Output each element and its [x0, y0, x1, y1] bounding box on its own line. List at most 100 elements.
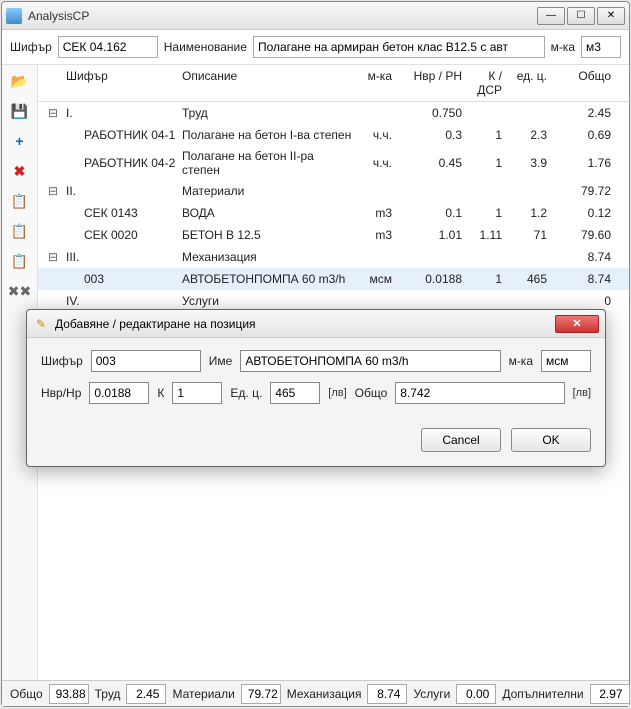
cell-nvr: 0.1 [392, 206, 462, 220]
dlg-nvr-input[interactable] [89, 382, 149, 404]
dialog-close-button[interactable]: ✕ [555, 315, 599, 333]
cell-k: 1 [462, 128, 502, 142]
col-edc[interactable]: ед. ц. [502, 69, 547, 97]
expand-icon[interactable]: ⊟ [44, 250, 62, 264]
table-row[interactable]: РАБОТНИК 04-2Полагане на бетон II-ра сте… [38, 146, 629, 180]
cell-total: 0 [547, 294, 623, 308]
titlebar[interactable]: AnalysisCP — ☐ ✕ [2, 2, 629, 30]
cell-code: СЕК 0143 [62, 206, 182, 220]
cell-code: РАБОТНИК 04-1 [62, 128, 182, 142]
code-label: Шифър [10, 40, 52, 54]
cell-desc: Полагане на бетон I-ва степен [182, 128, 352, 142]
app-icon [6, 8, 22, 24]
dlg-total-input[interactable] [395, 382, 564, 404]
col-desc[interactable]: Описание [182, 69, 352, 97]
minimize-button[interactable]: — [537, 7, 565, 25]
cell-nvr: 0.0188 [392, 272, 462, 286]
unit-input[interactable] [581, 36, 621, 58]
dlg-code-input[interactable] [91, 350, 201, 372]
edit-dialog: ✎ Добавяне / редактиране на позиция ✕ Ши… [26, 309, 606, 467]
dlg-currency1: [лв] [328, 387, 346, 399]
status-labour-value: 2.45 [126, 684, 166, 704]
col-total[interactable]: Общо [547, 69, 623, 97]
maximize-button[interactable]: ☐ [567, 7, 595, 25]
cell-total: 1.76 [547, 156, 623, 170]
table-row[interactable]: 003АВТОБЕТОНПОМПА 60 m3/hмсм0.018814658.… [38, 268, 629, 290]
cell-unit: ч.ч. [352, 156, 392, 170]
cell-k: 1 [462, 206, 502, 220]
col-code[interactable]: Шифър [62, 69, 182, 97]
table-row[interactable]: СЕК 0143ВОДАm30.111.20.12 [38, 202, 629, 224]
cell-nvr: 0.45 [392, 156, 462, 170]
code-input[interactable] [58, 36, 158, 58]
settings-icon[interactable]: ✖✖ [10, 281, 30, 301]
ok-button[interactable]: OK [511, 428, 591, 452]
status-extra-label: Допълнителни [502, 687, 583, 701]
cell-code: II. [62, 184, 182, 198]
cell-k: 1.11 [462, 228, 502, 242]
cell-unit: ч.ч. [352, 128, 392, 142]
clipboard2-icon[interactable]: 📋 [10, 221, 30, 241]
table-row[interactable]: РАБОТНИК 04-1Полагане на бетон I-ва степ… [38, 124, 629, 146]
status-extra-value: 2.97 [590, 684, 630, 704]
dlg-name-input[interactable] [240, 350, 500, 372]
cell-code: III. [62, 250, 182, 264]
table-row[interactable]: ⊟II.Материали79.72 [38, 180, 629, 202]
grid-header: Шифър Описание м-ка Нвр / РН К / ДСР ед.… [38, 65, 629, 102]
cell-code: IV. [62, 294, 182, 308]
dlg-k-input[interactable] [172, 382, 222, 404]
cell-code: СЕК 0020 [62, 228, 182, 242]
clipboard3-icon[interactable]: 📋 [10, 251, 30, 271]
add-icon[interactable]: + [10, 131, 30, 151]
window-title: AnalysisCP [28, 9, 537, 23]
cell-total: 8.74 [547, 250, 623, 264]
status-total-value: 93.88 [49, 684, 89, 704]
open-icon[interactable]: 📂 [10, 71, 30, 91]
cell-edc: 1.2 [502, 206, 547, 220]
delete-icon[interactable]: ✖ [10, 161, 30, 181]
cell-nvr: 0.3 [392, 128, 462, 142]
expand-icon[interactable]: ⊟ [44, 184, 62, 198]
cell-total: 79.60 [547, 228, 623, 242]
dlg-unit-input[interactable] [541, 350, 591, 372]
dlg-code-label: Шифър [41, 354, 83, 368]
pencil-icon: ✎ [33, 316, 49, 332]
dialog-titlebar[interactable]: ✎ Добавяне / редактиране на позиция ✕ [27, 310, 605, 338]
table-row[interactable]: ⊟I.Труд0.7502.45 [38, 102, 629, 124]
statusbar: Общо 93.88 Труд 2.45 Материали 79.72 Мех… [2, 680, 629, 706]
cell-desc: Услуги [182, 294, 352, 308]
table-row[interactable]: ⊟III.Механизация8.74 [38, 246, 629, 268]
cell-desc: АВТОБЕТОНПОМПА 60 m3/h [182, 272, 352, 286]
cell-desc: Труд [182, 106, 352, 120]
dlg-total-label: Общо [355, 386, 388, 400]
cancel-button[interactable]: Cancel [421, 428, 501, 452]
cell-total: 0.12 [547, 206, 623, 220]
clipboard1-icon[interactable]: 📋 [10, 191, 30, 211]
cell-unit: m3 [352, 206, 392, 220]
cell-code: 003 [62, 272, 182, 286]
dlg-unit-label: м-ка [509, 354, 533, 368]
cell-unit: мсм [352, 272, 392, 286]
table-row[interactable]: СЕК 0020БЕТОН В 12.5m31.011.117179.60 [38, 224, 629, 246]
cell-total: 0.69 [547, 128, 623, 142]
dlg-edc-label: Ед. ц. [230, 386, 262, 400]
save-icon[interactable]: 💾 [10, 101, 30, 121]
expand-icon[interactable]: ⊟ [44, 106, 62, 120]
col-k[interactable]: К / ДСР [462, 69, 502, 97]
cell-edc: 71 [502, 228, 547, 242]
name-input[interactable] [253, 36, 545, 58]
dlg-edc-input[interactable] [270, 382, 320, 404]
status-mech-label: Механизация [287, 687, 362, 701]
cell-total: 8.74 [547, 272, 623, 286]
cell-total: 79.72 [547, 184, 623, 198]
cell-k: 1 [462, 272, 502, 286]
col-unit[interactable]: м-ка [352, 69, 392, 97]
cell-nvr: 0.750 [392, 106, 462, 120]
close-button[interactable]: ✕ [597, 7, 625, 25]
cell-desc: ВОДА [182, 206, 352, 220]
cell-k: 1 [462, 156, 502, 170]
cell-nvr: 1.01 [392, 228, 462, 242]
col-nvr[interactable]: Нвр / РН [392, 69, 462, 97]
status-serv-label: Услуги [413, 687, 450, 701]
status-mech-value: 8.74 [367, 684, 407, 704]
